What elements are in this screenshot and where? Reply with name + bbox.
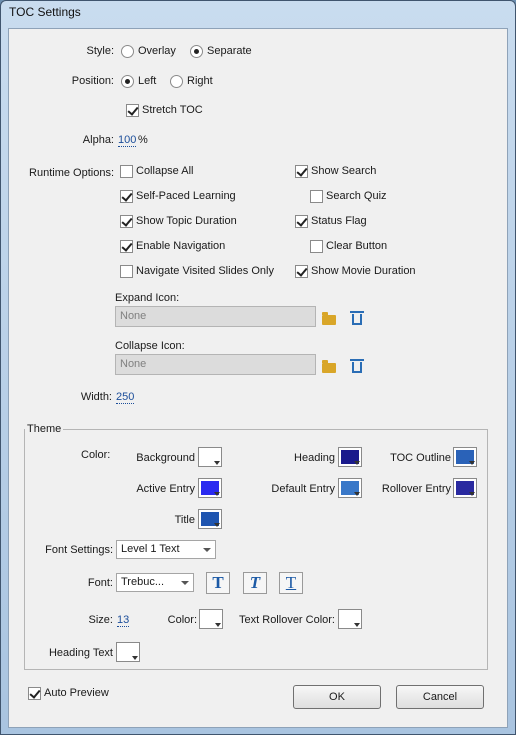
font-label: Font: (87, 577, 113, 589)
heading-label: Heading (294, 452, 335, 464)
text-rollover-color-swatch[interactable] (338, 609, 362, 629)
show-search-label: Show Search (311, 165, 377, 177)
font-settings-select[interactable]: Level 1 Text (116, 540, 216, 559)
collapse-icon-label: Collapse Icon: (115, 340, 185, 352)
font-color-label: Color: (167, 614, 197, 626)
expand-icon-label: Expand Icon: (115, 292, 180, 304)
color-label: Color: (81, 449, 111, 461)
width-label: Width: (80, 391, 112, 403)
style-overlay-radio[interactable] (121, 45, 134, 58)
enable-navigation-checkbox[interactable] (120, 240, 133, 253)
alpha-value[interactable]: 100 (118, 134, 137, 147)
underline-button[interactable]: T (279, 572, 303, 594)
collapse-all-label: Collapse All (136, 165, 194, 177)
heading-text-label: Heading Text (48, 647, 113, 659)
style-separate-radio[interactable] (190, 45, 203, 58)
size-label: Size: (88, 614, 113, 626)
style-separate-label: Separate (207, 45, 252, 57)
chevron-down-icon (214, 461, 220, 465)
position-right-radio[interactable] (170, 75, 183, 88)
self-paced-learning-checkbox[interactable] (120, 190, 133, 203)
enable-navigation-label: Enable Navigation (136, 240, 226, 252)
expand-folder-icon[interactable] (322, 312, 336, 325)
dialog-body: Style: Overlay Separate Position: Left R… (8, 28, 508, 728)
chevron-down-icon (354, 623, 360, 627)
bold-button[interactable]: T (206, 572, 230, 594)
style-label: Style: (86, 45, 114, 57)
position-right-label: Right (187, 75, 213, 87)
toc-outline-label: TOC Outline (390, 452, 451, 464)
cancel-button[interactable]: Cancel (396, 685, 484, 709)
chevron-down-icon (469, 461, 475, 465)
clear-button-checkbox[interactable] (310, 240, 323, 253)
auto-preview-checkbox[interactable] (28, 687, 41, 700)
position-label: Position: (71, 75, 114, 87)
style-overlay-label: Overlay (138, 45, 176, 57)
chevron-down-icon (214, 492, 220, 496)
text-rollover-color-label: Text Rollover Color: (239, 614, 335, 626)
width-value[interactable]: 250 (116, 391, 135, 404)
rollover-entry-color-swatch[interactable] (453, 478, 477, 498)
toc-settings-window: TOC Settings Style: Overlay Separate Pos… (0, 0, 516, 735)
show-topic-duration-checkbox[interactable] (120, 215, 133, 228)
default-entry-label: Default Entry (271, 483, 335, 495)
position-left-radio[interactable] (121, 75, 134, 88)
title-color-swatch[interactable] (198, 509, 222, 529)
chevron-down-icon (354, 461, 360, 465)
alpha-label: Alpha: (82, 134, 114, 146)
background-color-swatch[interactable] (198, 447, 222, 467)
stretch-toc-checkbox[interactable] (126, 104, 139, 117)
heading-color-swatch[interactable] (338, 447, 362, 467)
show-movie-duration-label: Show Movie Duration (311, 265, 416, 277)
chevron-down-icon (203, 548, 211, 552)
title-label: Title (174, 514, 195, 526)
self-paced-learning-label: Self-Paced Learning (136, 190, 236, 202)
chevron-down-icon (181, 581, 189, 585)
chevron-down-icon (469, 492, 475, 496)
font-settings-label: Font Settings: (45, 544, 113, 556)
toc-outline-color-swatch[interactable] (453, 447, 477, 467)
active-entry-color-swatch[interactable] (198, 478, 222, 498)
search-quiz-label: Search Quiz (326, 190, 387, 202)
position-left-label: Left (138, 75, 157, 87)
status-flag-checkbox[interactable] (295, 215, 308, 228)
size-value[interactable]: 13 (117, 614, 130, 627)
clear-button-label: Clear Button (326, 240, 388, 252)
font-settings-value: Level 1 Text (121, 543, 180, 555)
show-search-checkbox[interactable] (295, 165, 308, 178)
rollover-entry-label: Rollover Entry (381, 483, 451, 495)
font-select[interactable]: Trebuc... (116, 573, 194, 592)
collapse-folder-icon[interactable] (322, 360, 336, 373)
status-flag-label: Status Flag (311, 215, 367, 227)
heading-text-color-swatch[interactable] (116, 642, 140, 662)
chevron-down-icon (215, 623, 221, 627)
ok-button[interactable]: OK (293, 685, 381, 709)
auto-preview-label: Auto Preview (44, 687, 109, 699)
window-title: TOC Settings (9, 5, 81, 19)
navigate-visited-slides-label: Navigate Visited Slides Only (136, 265, 274, 277)
chevron-down-icon (354, 492, 360, 496)
alpha-unit: % (138, 134, 148, 146)
active-entry-label: Active Entry (136, 483, 195, 495)
theme-label: Theme (25, 423, 64, 435)
font-color-swatch[interactable] (199, 609, 223, 629)
collapse-icon-field: None (115, 354, 316, 375)
collapse-all-checkbox[interactable] (120, 165, 133, 178)
collapse-delete-icon[interactable] (350, 359, 364, 373)
runtime-options-label: Runtime Options: (29, 167, 114, 179)
chevron-down-icon (132, 656, 138, 660)
default-entry-color-swatch[interactable] (338, 478, 362, 498)
search-quiz-checkbox[interactable] (310, 190, 323, 203)
expand-icon-field: None (115, 306, 316, 327)
chevron-down-icon (214, 523, 220, 527)
navigate-visited-slides-checkbox[interactable] (120, 265, 133, 278)
show-topic-duration-label: Show Topic Duration (136, 215, 237, 227)
expand-delete-icon[interactable] (350, 311, 364, 325)
background-label: Background (136, 452, 195, 464)
show-movie-duration-checkbox[interactable] (295, 265, 308, 278)
font-value: Trebuc... (121, 576, 164, 588)
stretch-toc-label: Stretch TOC (142, 104, 203, 116)
italic-button[interactable]: T (243, 572, 267, 594)
